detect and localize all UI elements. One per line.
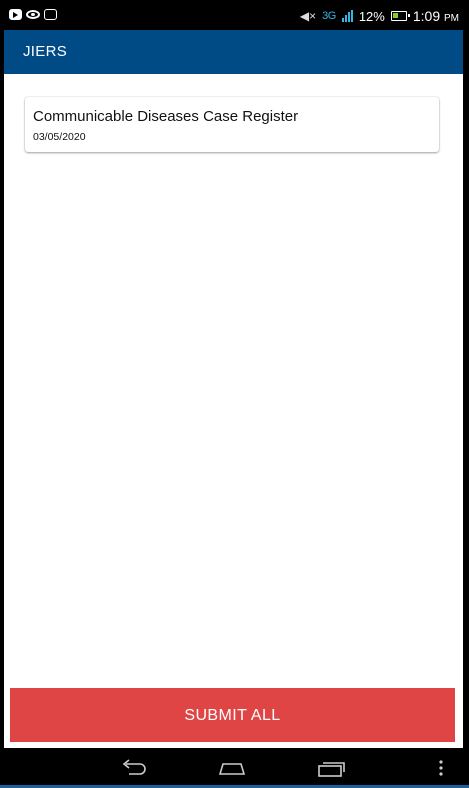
menu-icon[interactable] (436, 759, 446, 777)
home-icon[interactable] (217, 758, 247, 778)
status-bar: ◀× 3G 12% 1:09 PM (0, 0, 469, 30)
record-card[interactable]: Communicable Diseases Case Register 03/0… (25, 97, 439, 152)
mute-icon: ◀× (299, 9, 317, 23)
device-frame: ◀× 3G 12% 1:09 PM JIERS Communicable Dis… (0, 0, 469, 788)
youtube-icon (9, 9, 22, 20)
navigation-bar (0, 748, 469, 788)
network-type: 3G (322, 10, 336, 22)
signal-icon (341, 10, 353, 22)
app-screen: JIERS Communicable Diseases Case Registe… (4, 30, 463, 748)
clock-time: 1:09 (412, 8, 441, 24)
system-icons: ◀× 3G 12% 1:09 PM (300, 8, 459, 24)
app-title: JIERS (23, 43, 68, 60)
record-title: Communicable Diseases Case Register (33, 108, 299, 125)
back-icon[interactable] (120, 758, 148, 778)
recents-icon[interactable] (316, 758, 346, 778)
submit-all-button[interactable]: SUBMIT ALL (10, 688, 455, 742)
app-toolbar: JIERS (4, 30, 463, 74)
clock-suffix: PM (444, 13, 459, 24)
eye-icon (26, 10, 40, 19)
notification-icons (9, 9, 57, 20)
battery-icon (390, 11, 410, 21)
clock: 1:09 PM (413, 8, 459, 24)
battery-percent: 12% (358, 8, 385, 24)
media-icon (44, 9, 57, 20)
record-date: 03/05/2020 (33, 131, 86, 143)
